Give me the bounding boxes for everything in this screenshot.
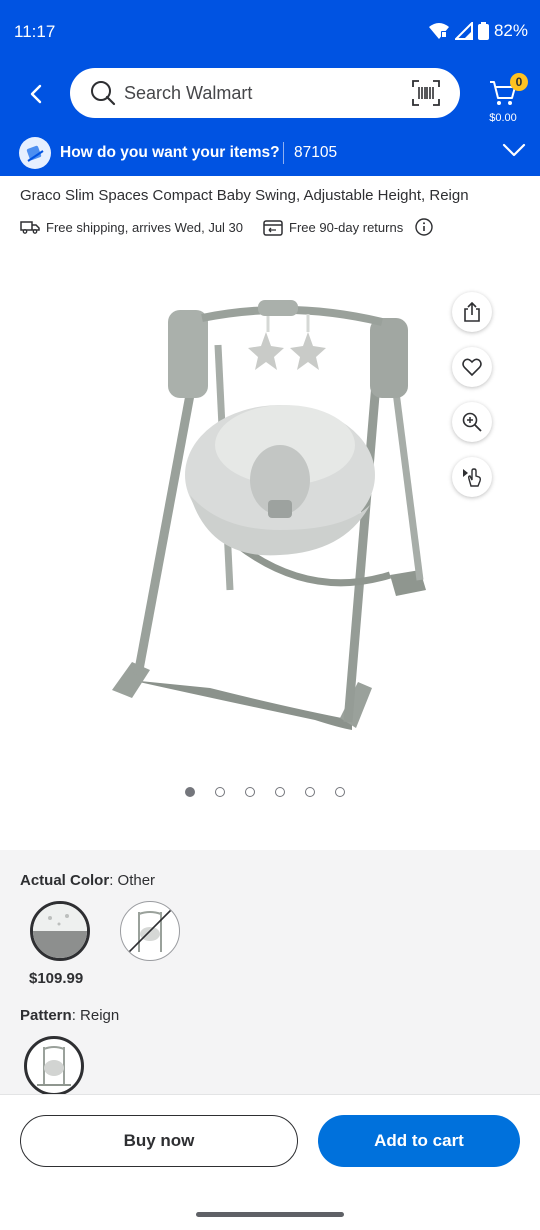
divider [283, 142, 284, 164]
share-icon [464, 302, 480, 322]
view-3d-icon [463, 468, 482, 487]
truck-icon [20, 221, 40, 234]
favorite-button[interactable] [452, 347, 492, 387]
cart-count-badge: 0 [510, 73, 528, 91]
zoom-icon [462, 412, 482, 432]
share-button[interactable] [452, 292, 492, 332]
battery-level: 82% [493, 21, 528, 40]
header: 0 $0.00 [0, 66, 540, 130]
buy-now-button[interactable]: Buy now [20, 1115, 298, 1167]
returns-text: Free 90-day returns [289, 219, 404, 235]
image-carousel-dots [185, 787, 345, 797]
shipping-text: Free shipping, arrives Wed, Jul 30 [46, 219, 244, 235]
back-button[interactable] [20, 78, 52, 110]
search-icon [91, 81, 116, 106]
carousel-dot[interactable] [305, 787, 315, 797]
pattern-swatch-selected[interactable] [24, 1036, 84, 1096]
home-indicator[interactable] [196, 1212, 344, 1217]
search-input[interactable] [124, 68, 394, 118]
carousel-dot[interactable] [215, 787, 225, 797]
selected-variant-price: $109.99 [29, 970, 84, 987]
pattern-label: Pattern: Reign [20, 1007, 120, 1024]
status-bar: 11:17 82% [0, 0, 540, 66]
status-time: 11:17 [14, 22, 56, 41]
bottom-action-bar: Buy now Add to cart [0, 1094, 540, 1230]
add-to-cart-button[interactable]: Add to cart [318, 1115, 520, 1167]
variant-panel: Actual Color: Other $109.99 Pattern: Rei… [0, 850, 540, 1100]
carousel-dot[interactable] [245, 787, 255, 797]
barcode-icon[interactable] [412, 80, 440, 106]
carousel-dot[interactable] [185, 787, 195, 797]
status-icons: 82% [428, 21, 528, 41]
fulfillment-bar[interactable]: How do you want your items? 87105 [0, 130, 540, 176]
product-image[interactable] [90, 290, 450, 750]
info-icon[interactable] [415, 218, 433, 236]
back-icon [30, 84, 42, 104]
cart-total: $0.00 [489, 112, 517, 124]
color-swatch-unavailable[interactable] [120, 901, 180, 961]
wifi-icon [428, 23, 449, 39]
carousel-dot[interactable] [275, 787, 285, 797]
shipping-row: Free shipping, arrives Wed, Jul 30 Free … [20, 216, 433, 238]
heart-icon [462, 358, 482, 376]
carousel-dot[interactable] [335, 787, 345, 797]
signal-icon [454, 22, 473, 40]
battery-icon [477, 22, 489, 40]
cart-button[interactable]: 0 $0.00 [480, 72, 528, 128]
search-bar[interactable] [70, 68, 460, 118]
product-title: Graco Slim Spaces Compact Baby Swing, Ad… [20, 187, 469, 204]
returns-icon [263, 220, 283, 236]
view-3d-button[interactable] [452, 457, 492, 497]
zoom-button[interactable] [452, 402, 492, 442]
chevron-down-icon [502, 143, 526, 157]
zip-code: 87105 [294, 144, 338, 161]
delivery-icon [19, 137, 51, 169]
color-swatch-selected[interactable] [30, 901, 90, 961]
fulfillment-prompt: How do you want your items? [60, 144, 280, 161]
color-label: Actual Color: Other [20, 872, 156, 889]
